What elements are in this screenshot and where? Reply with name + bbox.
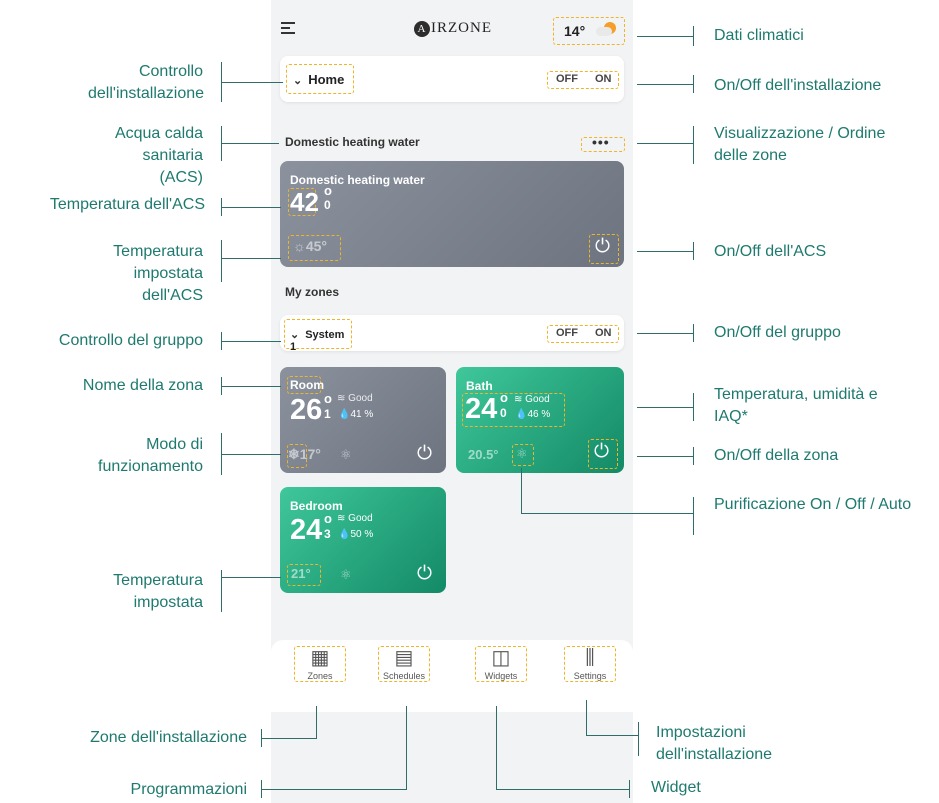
chevron-down-icon: ⌄	[293, 75, 303, 87]
group-card: ⌄ System 1 OFF ON	[280, 315, 624, 353]
bottom-nav: ▦ Zones ▤ Schedules ◫ Widgets ⫼ Settings	[271, 640, 633, 712]
grid-icon: ▦	[310, 647, 330, 669]
tab-settings[interactable]: ⫼ Settings	[564, 646, 616, 682]
zone-name: Room	[290, 378, 324, 392]
annotation-mode: Modo di funzionamento	[98, 436, 203, 475]
app-logo: A IRZONE	[414, 20, 492, 37]
myzones-title: My zones	[285, 285, 340, 299]
zone-temp: 26	[290, 394, 323, 426]
dhw-setpoint[interactable]: ☼45°	[288, 235, 341, 261]
dhw-temp-box: 42	[288, 187, 319, 217]
zone-name: Bedroom	[290, 499, 343, 513]
annotation-zone-name: Nome della zona	[82, 377, 203, 394]
phone-screen: A IRZONE 14° ⌄ Home OFF ON Domestic heatin…	[271, 0, 633, 803]
off-button[interactable]: OFF	[556, 73, 578, 85]
annotation-settings: Impostazioni dell'installazione	[656, 724, 773, 763]
zone-order-button[interactable]: •••	[581, 134, 625, 152]
humidity-icon: 💧	[338, 529, 351, 540]
annotation-dhw: Acqua calda sanitaria (ACS)	[114, 125, 203, 186]
annotation-widget: Widget	[651, 779, 701, 796]
annotation-install-onoff: On/Off dell'installazione	[714, 77, 882, 94]
zone-setpoint[interactable]: ❄17°	[288, 446, 321, 463]
annotation-zone-onoff: On/Off della zona	[714, 447, 839, 464]
off-button[interactable]: OFF	[556, 327, 578, 339]
dhw-section-title: Domestic heating water	[285, 135, 420, 149]
group-onoff[interactable]: OFF ON	[547, 325, 619, 343]
dhw-title: Domestic heating water	[290, 173, 425, 187]
calendar-icon: ▤	[394, 647, 414, 669]
air-quality-icon: ≋	[514, 394, 523, 405]
zone-temp: 24	[290, 514, 323, 546]
annotation-group-control: Controllo del gruppo	[58, 332, 203, 349]
annotation-setpoint: Temperatura impostata	[113, 572, 203, 611]
humidity-icon: 💧	[515, 409, 528, 420]
air-quality-icon: ≋	[337, 513, 346, 524]
tab-schedules[interactable]: ▤ Schedules	[378, 646, 430, 682]
top-bar: A IRZONE 14°	[271, 0, 633, 52]
chevron-down-icon: ⌄	[290, 329, 300, 341]
weather-widget[interactable]: 14°	[553, 17, 625, 45]
zone-temp: 24	[465, 393, 498, 425]
zone-climate-data: 24 o 0 ≋ Good 💧46 %	[462, 390, 565, 427]
on-button[interactable]: ON	[595, 327, 612, 339]
purification-icon[interactable]: ⚛	[340, 447, 352, 463]
group-selector[interactable]: ⌄ System 1	[284, 319, 352, 353]
humidity-icon: 💧	[338, 409, 351, 420]
on-button[interactable]: ON	[595, 73, 612, 85]
zone-name-box: Room	[287, 376, 324, 394]
zone-setpoint: 21°	[291, 566, 311, 581]
dhw-temp: 42	[290, 187, 319, 217]
tab-widgets[interactable]: ◫ Widgets	[475, 646, 527, 682]
more-dots-icon: •••	[592, 134, 610, 150]
zone-card-room[interactable]: Room 26 o 1 ≋ Good 💧41 % ❄17° ⚛ ⏻	[280, 367, 446, 473]
dhw-power-button[interactable]: ⏻	[589, 234, 619, 264]
zone-name: Bath	[466, 379, 493, 393]
power-icon: ⏻	[595, 236, 611, 257]
purification-icon[interactable]: ⚛	[340, 567, 352, 583]
setpoint-box[interactable]: 21°	[287, 564, 321, 586]
weather-temp: 14°	[564, 23, 586, 39]
annotation-weather: Dati climatici	[714, 27, 804, 44]
power-icon: ⏻	[594, 441, 610, 462]
annotation-zones: Zone dell'installazione	[90, 729, 247, 746]
air-quality-icon: ≋	[337, 393, 346, 404]
sliders-icon: ⫼	[585, 647, 595, 669]
annotation-dhw-onoff: On/Off dell'ACS	[714, 243, 827, 260]
installation-onoff[interactable]: OFF ON	[547, 71, 619, 89]
annotation-dhw-setpoint: Temperatura impostata dell'ACS	[113, 243, 203, 304]
installation-name: Home	[308, 72, 345, 87]
cloud-icon	[596, 27, 612, 36]
annotation-schedules: Programmazioni	[130, 781, 247, 798]
widgets-icon: ◫	[491, 647, 511, 669]
annotation-climate: Temperatura, umidità e IAQ*	[714, 386, 878, 425]
annotation-group-onoff: On/Off del gruppo	[714, 324, 841, 341]
dhw-card[interactable]: Domestic heating water 42 o 0 ☼45° ⏻	[280, 161, 624, 267]
installation-selector[interactable]: ⌄ Home	[286, 64, 354, 94]
tab-zones[interactable]: ▦ Zones	[294, 646, 346, 682]
annotation-purification: Purificazione On / Off / Auto	[714, 496, 912, 513]
annotation-installation-control: Controllo dell'installazione	[88, 63, 205, 102]
zone-power-button[interactable]: ⏻	[588, 439, 618, 469]
zone-setpoint[interactable]: 20.5°	[468, 447, 499, 462]
annotation-dhw-temp: Temperatura dell'ACS	[49, 196, 205, 213]
zone-power-icon[interactable]: ⏻	[417, 563, 432, 585]
zone-card-bath[interactable]: Bath 24 o 0 ≋ Good 💧46 % 20.5° ⚛ ⏻	[456, 367, 624, 473]
zone-card-bedroom[interactable]: Bedroom 24 o 3 ≋ Good 💧50 % 21° ⚛ ⏻	[280, 487, 446, 593]
zone-power-icon[interactable]: ⏻	[417, 443, 432, 465]
annotation-zone-order: Visualizzazione / Ordine delle zone	[714, 125, 886, 164]
installation-card: ⌄ Home OFF ON	[280, 56, 624, 102]
purification-icon: ⚛	[516, 446, 528, 461]
dhw-temp-decimal: 0	[324, 198, 331, 212]
purification-button[interactable]: ⚛	[512, 444, 534, 466]
menu-icon[interactable]	[281, 22, 295, 34]
